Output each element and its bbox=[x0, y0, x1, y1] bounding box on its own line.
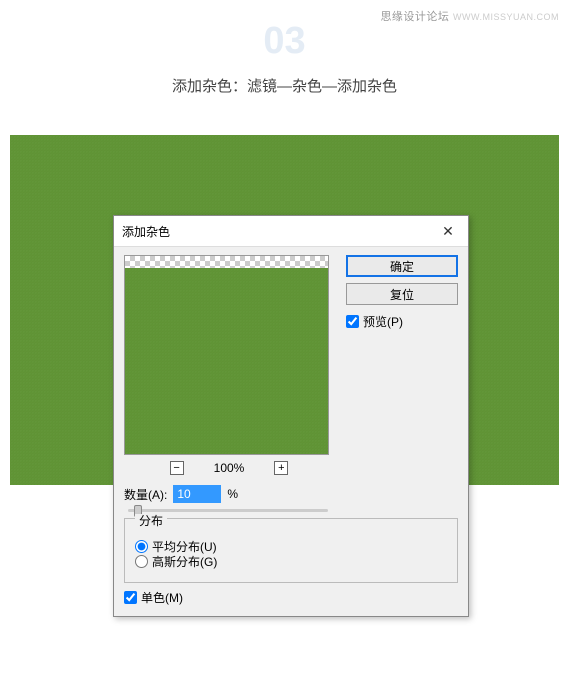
monochromatic-label: 单色(M) bbox=[141, 589, 183, 606]
distribution-legend: 分布 bbox=[135, 514, 167, 528]
amount-label: 数量(A): bbox=[124, 486, 167, 503]
dialog-body: − 100% + 确定 复位 预览(P) bbox=[114, 247, 468, 616]
gaussian-radio-row[interactable]: 高斯分布(G) bbox=[135, 553, 447, 570]
zoom-out-button[interactable]: − bbox=[170, 461, 184, 475]
monochromatic-row[interactable]: 单色(M) bbox=[124, 589, 458, 606]
zoom-in-button[interactable]: + bbox=[274, 461, 288, 475]
preview-content bbox=[125, 268, 328, 454]
minus-icon: − bbox=[173, 463, 179, 474]
brand-url: WWW.MISSYUAN.COM bbox=[453, 12, 559, 22]
preview-box[interactable] bbox=[124, 255, 329, 455]
gaussian-radio[interactable] bbox=[135, 555, 148, 568]
uniform-radio[interactable] bbox=[135, 540, 148, 553]
add-noise-dialog: 添加杂色 ✕ − 100% + bbox=[113, 215, 469, 617]
preview-checkbox[interactable] bbox=[346, 315, 359, 328]
distribution-fieldset: 分布 平均分布(U) 高斯分布(G) bbox=[124, 518, 458, 583]
amount-input[interactable] bbox=[173, 485, 221, 503]
amount-slider[interactable] bbox=[128, 509, 328, 512]
step-number: 03 bbox=[263, 20, 305, 63]
header-brand: 思缘设计论坛 WWW.MISSYUAN.COM bbox=[380, 8, 559, 24]
close-icon: ✕ bbox=[442, 223, 454, 240]
brand-text: 思缘设计论坛 bbox=[380, 11, 449, 23]
zoom-level: 100% bbox=[214, 461, 245, 475]
preview-checkbox-row[interactable]: 预览(P) bbox=[346, 313, 458, 330]
amount-unit: % bbox=[227, 487, 238, 501]
dialog-title: 添加杂色 bbox=[122, 223, 170, 240]
preview-label: 预览(P) bbox=[363, 313, 403, 330]
step-title: 添加杂色：滤镜—杂色—添加杂色 bbox=[0, 75, 569, 96]
gaussian-label: 高斯分布(G) bbox=[152, 553, 217, 570]
ok-button[interactable]: 确定 bbox=[346, 255, 458, 277]
dialog-titlebar[interactable]: 添加杂色 ✕ bbox=[114, 216, 468, 247]
close-button[interactable]: ✕ bbox=[428, 220, 468, 242]
reset-button[interactable]: 复位 bbox=[346, 283, 458, 305]
transparency-indicator bbox=[125, 256, 328, 268]
plus-icon: + bbox=[278, 463, 284, 474]
monochromatic-checkbox[interactable] bbox=[124, 591, 137, 604]
